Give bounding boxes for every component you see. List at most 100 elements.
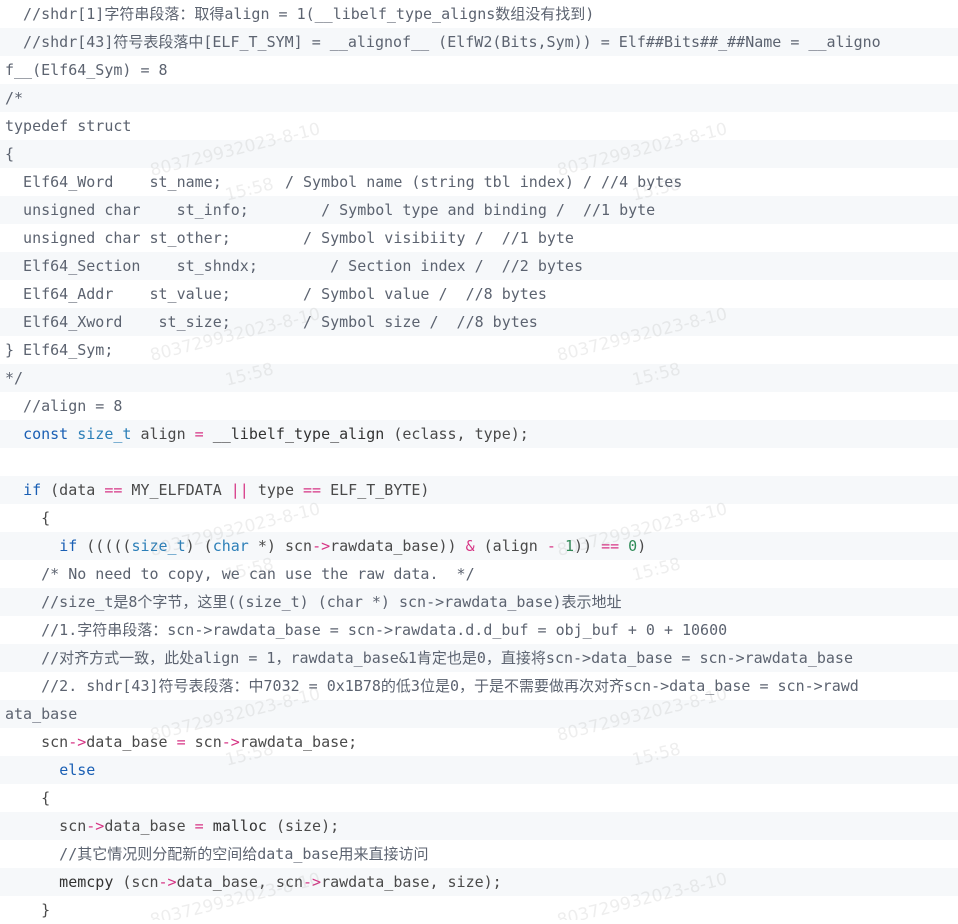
code-token: char [212,537,249,555]
code-token: (align [474,537,547,555]
code-token: -> [86,817,105,835]
code-token: malloc [203,817,276,835]
code-token: unsigned char st_other; / Symbol visibii… [5,229,574,247]
code-token: == [601,537,620,555]
code-line: ata_base [0,700,958,728]
code-token: ) ( [185,537,213,555]
code-token: const [23,425,69,443]
code-line: //对齐方式一致，此处align = 1，rawdata_base&1肯定也是0… [0,644,958,672]
code-line: } Elf64_Sym; [0,336,958,364]
code-token: __libelf_type_align [203,425,394,443]
code-token: { [5,145,15,163]
code-token: Elf64_Addr st_value; / Symbol value / //… [5,285,547,303]
code-token: } Elf64_Sym; [5,341,114,359]
code-token: //1.字符串段落：scn->rawdata_base = scn->rawda… [5,621,728,639]
code-line: { [0,784,958,812]
code-token: ELF_T_BYTE) [321,481,430,499]
code-token: (eclass, type); [393,425,529,443]
code-token: == [104,481,123,499]
code-token: 1 [564,537,574,555]
code-token: //align = 8 [5,397,123,415]
code-token: (data [41,481,105,499]
code-line: ​ [0,448,958,476]
code-token: { [5,509,51,527]
code-line: else [0,756,958,784]
code-token: (size); [275,817,340,835]
code-token: -> [312,537,331,555]
code-token: f__(Elf64_Sym) = 8 [5,61,168,79]
code-token: ((((( [77,537,132,555]
code-token: align [131,425,195,443]
code-token: -> [221,733,240,751]
code-token: -> [158,873,177,891]
code-token: //size_t是8个字节，这里((size_t) (char *) scn->… [5,593,622,611]
code-token: - [546,537,556,555]
code-line: memcpy (scn->data_base, scn->rawdata_bas… [0,868,958,896]
code-token: Elf64_Xword st_size; / Symbol size / //8… [5,313,538,331]
code-token: */ [5,369,24,387]
code-line: Elf64_Section st_shndx; / Section index … [0,252,958,280]
code-token: //shdr[1]字符串段落：取得align = 1(__libelf_type… [5,5,595,23]
code-token: type [248,481,304,499]
code-token: = [176,733,186,751]
code-token: //其它情况则分配新的空间给data_base用来直接访问 [5,845,429,863]
code-token: & [465,537,475,555]
code-line: scn->data_base = scn->rawdata_base; [0,728,958,756]
code-token: if [23,481,42,499]
code-token: scn [185,733,222,751]
code-token: = [194,817,204,835]
code-token: )) [573,537,602,555]
code-token: || [230,481,249,499]
code-token: //2. shdr[43]符号表段落：中7032 = 0x1B78的低3位是0，… [5,677,859,695]
code-token: memcpy [5,873,123,891]
code-token: size_t [77,425,132,443]
code-line: */ [0,364,958,392]
code-token: Elf64_Word st_name; / Symbol name (strin… [5,173,683,191]
code-block: //shdr[1]字符串段落：取得align = 1(__libelf_type… [0,0,958,924]
code-line: unsigned char st_other; / Symbol visibii… [0,224,958,252]
code-token: if [59,537,78,555]
code-line: Elf64_Addr st_value; / Symbol value / //… [0,280,958,308]
code-token: rawdata_base)) [330,537,466,555]
code-line: const size_t align = __libelf_type_align… [0,420,958,448]
code-token: rawdata_base, size); [321,873,502,891]
code-line: typedef struct [0,112,958,140]
code-token: (scn [122,873,159,891]
code-line: Elf64_Word st_name; / Symbol name (strin… [0,168,958,196]
code-token: { [5,789,51,807]
code-token: data_base, scn [176,873,304,891]
code-line: //align = 8 [0,392,958,420]
code-token: } [5,901,51,919]
code-line: Elf64_Xword st_size; / Symbol size / //8… [0,308,958,336]
code-token: typedef struct [5,117,132,135]
code-line: //shdr[43]符号表段落中[ELF_T_SYM] = __alignof_… [0,28,958,56]
code-token: -> [303,873,322,891]
code-token: scn [5,733,69,751]
code-line: if (data == MY_ELFDATA || type == ELF_T_… [0,476,958,504]
code-token: ata_base [5,705,78,723]
code-line: //其它情况则分配新的空间给data_base用来直接访问 [0,840,958,868]
code-token: /* [5,89,24,107]
code-token: == [303,481,322,499]
code-token: *) scn [248,537,313,555]
code-token: ) [637,537,647,555]
code-token: -> [68,733,87,751]
code-token: rawdata_base; [239,733,358,751]
code-line: scn->data_base = malloc (size); [0,812,958,840]
code-line: { [0,504,958,532]
code-line: f__(Elf64_Sym) = 8 [0,56,958,84]
code-token: scn [5,817,87,835]
code-line: { [0,140,958,168]
code-line: //1.字符串段落：scn->rawdata_base = scn->rawda… [0,616,958,644]
code-token: Elf64_Section st_shndx; / Section index … [5,257,583,275]
code-token: unsigned char st_info; / Symbol type and… [5,201,656,219]
code-token: 0 [628,537,638,555]
code-line: //size_t是8个字节，这里((size_t) (char *) scn->… [0,588,958,616]
